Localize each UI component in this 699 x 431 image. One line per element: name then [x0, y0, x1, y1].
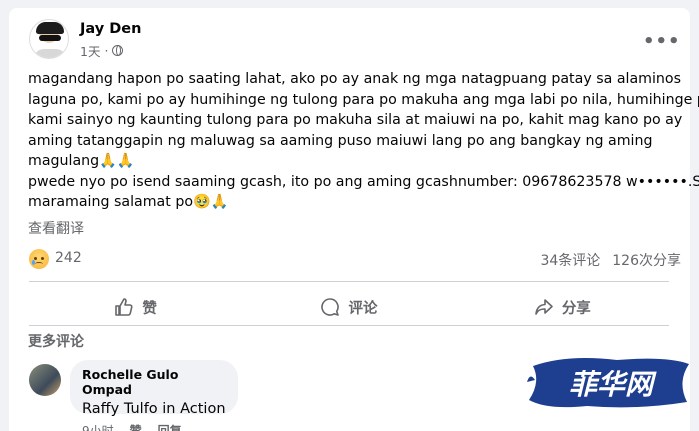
comment-time[interactable]: 9小时	[82, 422, 114, 431]
divider	[29, 325, 669, 326]
watermark-logo: 菲华网	[527, 358, 689, 408]
post-header: Jay Den 1天 · •••	[29, 19, 681, 63]
post-text-line: kami sainyo ng kaunting tulong para po m…	[28, 112, 683, 128]
commenter-name[interactable]: Rochelle Gulo Ompad	[82, 367, 226, 397]
share-arrow-icon	[535, 299, 553, 315]
comment-bubble-icon	[321, 298, 340, 316]
share-button[interactable]: 分享	[456, 289, 669, 325]
comment-count[interactable]: 34条评论	[540, 250, 600, 270]
post-text-line: aming tatanggapin ng maluwag sa aaming p…	[28, 132, 653, 149]
post-text: magandang hapon po saating lahat, ako po…	[28, 69, 699, 213]
more-comments-link[interactable]: 更多评论	[28, 331, 84, 351]
comment-button[interactable]: 评论	[242, 289, 455, 325]
comment-like-button[interactable]: 赞	[130, 422, 142, 431]
post-text-line: laguna po, kami po ay humihinge ng tulon…	[28, 91, 699, 108]
comment-reply-button[interactable]: 回复	[158, 422, 182, 431]
post-text-line: magulang🙏🙏	[28, 153, 135, 169]
commenter-avatar[interactable]	[29, 364, 61, 396]
reaction-count[interactable]: 242	[55, 250, 82, 266]
watermark-text: 菲华网	[569, 368, 657, 401]
like-button[interactable]: 赞	[29, 289, 242, 325]
see-translation-link[interactable]: 查看翻译	[28, 218, 84, 238]
reactions-bar: 242 34条评论 126次分享	[29, 247, 685, 271]
action-bar: 赞 评论 分享	[29, 289, 669, 325]
post-text-line: pwede nyo po isend saaming gcash, ito po…	[28, 173, 699, 190]
divider	[29, 281, 669, 282]
comment-meta: 9小时 赞 回复	[82, 422, 182, 431]
globe-icon	[112, 45, 124, 56]
sad-reaction-icon[interactable]	[29, 249, 49, 269]
post-stats: 34条评论 126次分享	[540, 250, 681, 270]
like-label: 赞	[142, 300, 157, 317]
comment-text: Raffy Tulfo in Action	[82, 401, 226, 417]
share-count[interactable]: 126次分享	[612, 250, 681, 270]
comment-bubble: Rochelle Gulo Ompad Raffy Tulfo in Actio…	[70, 360, 238, 417]
share-label: 分享	[561, 300, 591, 317]
post-meta: 1天 ·	[80, 41, 124, 60]
post-text-line: magandang hapon po saating lahat, ako po…	[28, 71, 681, 87]
post-text-line: maramaing salamat po🥹🙏	[28, 194, 229, 210]
comment-label: 评论	[348, 300, 378, 317]
author-avatar[interactable]	[29, 19, 69, 59]
author-name[interactable]: Jay Den	[80, 21, 141, 37]
thumbs-up-icon	[115, 298, 133, 316]
more-options-button[interactable]: •••	[643, 31, 681, 52]
post-time[interactable]: 1天	[80, 41, 100, 60]
